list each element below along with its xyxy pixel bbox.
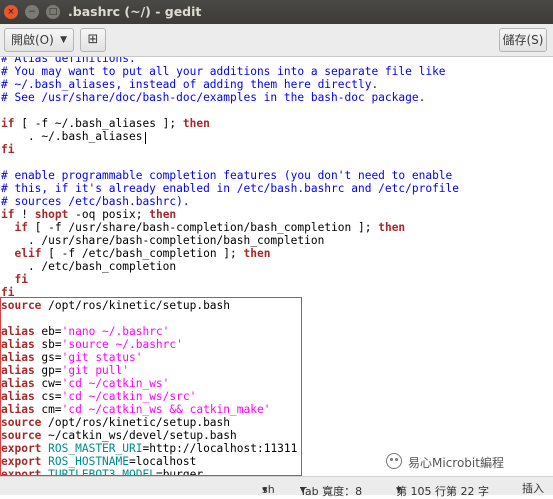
code-line[interactable]: elif [ -f /etc/bash_completion ]; then	[1, 247, 459, 260]
chevron-down-icon: ▼	[60, 35, 67, 45]
code-line[interactable]: if [ -f ~/.bash_aliases ]; then	[1, 117, 459, 130]
code-token-plain: . /usr/share/bash-completion/bash_comple…	[1, 234, 325, 247]
code-token-comment: # ~/.bash_aliases, instead of adding the…	[1, 78, 379, 91]
code-token-plain: [ -f ~/.bash_aliases ];	[14, 117, 183, 130]
code-token-kw: then	[149, 208, 177, 221]
code-token-comment: # sources /etc/bash.bashrc).	[1, 195, 190, 208]
cursor-position-label: 第 105 行第 22 字	[396, 485, 489, 498]
new-document-icon: ⊞	[87, 32, 99, 47]
open-button[interactable]: 開啟(O) ▼	[4, 28, 74, 52]
save-button[interactable]: 儲存(S)	[499, 28, 547, 52]
code-line[interactable]: # sources /etc/bash.bashrc).	[1, 195, 459, 208]
code-token-kw: then	[243, 247, 271, 260]
insert-mode-indicator: 插入	[522, 482, 544, 495]
chevron-down-icon: ▾	[396, 483, 402, 496]
code-token-plain: . ~/.bash_aliases	[1, 130, 143, 143]
chevron-down-icon: ▾	[262, 483, 268, 496]
window-title: .bashrc (~/) - gedit	[68, 4, 202, 19]
code-line[interactable]: # enable programmable completion feature…	[1, 169, 459, 182]
text-cursor	[145, 132, 146, 144]
window-titlebar: × − □ .bashrc (~/) - gedit	[0, 0, 553, 24]
open-button-label: 開啟(O)	[11, 33, 54, 47]
code-token-kw: if	[1, 208, 15, 221]
code-line[interactable]: # You may want to put all your additions…	[1, 65, 459, 78]
code-token-kw: then	[378, 221, 406, 234]
statusbar: sh ▾ Tab 寬度：8 ▾ 第 105 行第 22 字 ▾ 插入	[0, 476, 553, 498]
maximize-icon[interactable]: □	[46, 5, 60, 19]
close-icon[interactable]: ×	[4, 5, 18, 19]
code-line[interactable]: # See /usr/share/doc/bash-doc/examples i…	[1, 91, 459, 104]
code-line[interactable]: # this, if it's already enabled in /etc/…	[1, 182, 459, 195]
code-token-kw: fi	[14, 273, 28, 286]
code-line[interactable]: fi	[1, 273, 459, 286]
minimize-icon[interactable]: −	[25, 5, 39, 19]
toolbar: 開啟(O) ▼ ⊞ 儲存(S)	[0, 24, 553, 57]
code-token-kw: if	[14, 221, 28, 234]
code-token-plain: [ -f /etc/bash_completion ];	[41, 247, 244, 260]
code-token-comment: # See /usr/share/doc/bash-doc/examples i…	[1, 91, 426, 104]
code-token-comment: # this, if it's already enabled in /etc/…	[1, 182, 460, 195]
text-editor[interactable]: # Alias definitions. # You may want to pu…	[0, 57, 553, 476]
code-line[interactable]	[1, 104, 459, 117]
watermark-text: 易心Microbit編程	[408, 456, 504, 470]
code-line[interactable]	[1, 156, 459, 169]
code-line[interactable]: # ~/.bash_aliases, instead of adding the…	[1, 78, 459, 91]
code-token-comment: # You may want to put all your additions…	[1, 65, 446, 78]
code-line[interactable]: fi	[1, 143, 459, 156]
code-token-plain: [ -f /usr/share/bash-completion/bash_com…	[27, 221, 379, 234]
code-token-comment: # Alias definitions.	[1, 57, 136, 65]
wechat-logo-icon	[386, 453, 402, 469]
watermark: 易心Microbit編程	[386, 450, 546, 474]
code-token-comment: # enable programmable completion feature…	[1, 169, 453, 182]
code-line[interactable]: # Alias definitions.	[1, 57, 459, 65]
code-token-kw: elif	[14, 247, 42, 260]
code-line[interactable]: if [ -f /usr/share/bash-completion/bash_…	[1, 221, 459, 234]
highlight-box	[0, 297, 302, 476]
code-line[interactable]: . /usr/share/bash-completion/bash_comple…	[1, 234, 459, 247]
code-token-plain: -oq posix;	[68, 208, 150, 221]
chevron-down-icon: ▾	[300, 483, 306, 496]
tab-width-label: Tab 寬度：8	[300, 485, 363, 498]
code-line[interactable]: . /etc/bash_completion	[1, 260, 459, 273]
code-token-plain: . /etc/bash_completion	[1, 260, 177, 273]
new-document-button[interactable]: ⊞	[80, 28, 106, 52]
code-line[interactable]: if ! shopt -oq posix; then	[1, 208, 459, 221]
code-token-kw: fi	[1, 143, 15, 156]
code-token-kw: shopt	[34, 208, 69, 221]
code-token-kw: then	[182, 117, 210, 130]
code-token-plain: !	[14, 208, 35, 221]
code-token-kw: if	[1, 117, 15, 130]
code-line[interactable]: . ~/.bash_aliases	[1, 130, 459, 143]
